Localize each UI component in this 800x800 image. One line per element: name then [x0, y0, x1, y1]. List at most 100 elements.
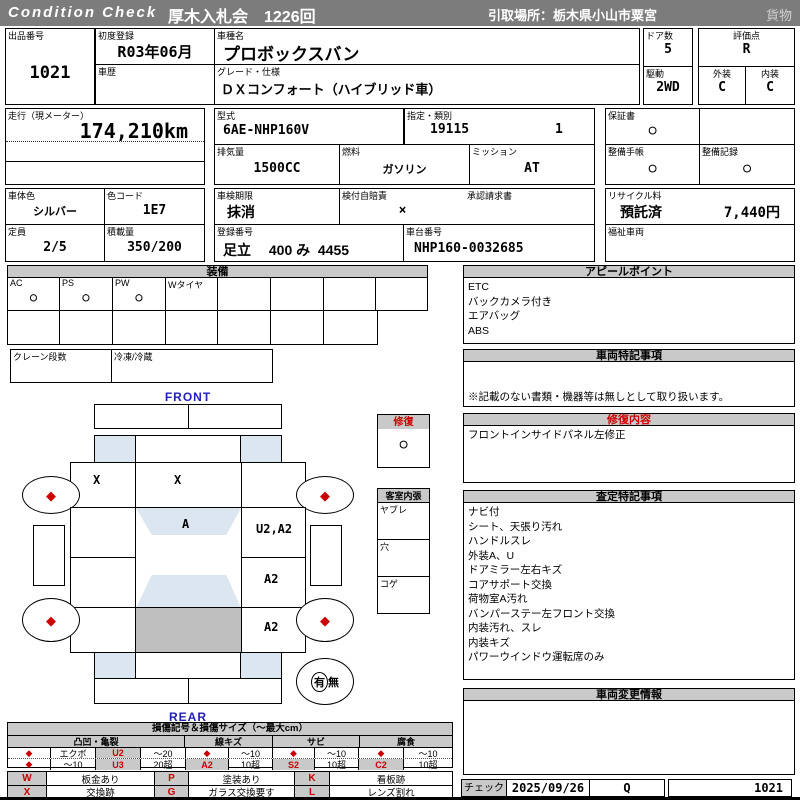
appeal-list: ETC バックカメラ付き エアバッグ ABS: [463, 277, 795, 344]
class-sub-number: 1: [555, 122, 563, 137]
panel-front-corner-left: [94, 435, 136, 463]
appeal-item: ABS: [468, 324, 490, 337]
repair-indicator-box: 修復 ○: [377, 414, 430, 468]
vehicle-notes-text: ※記載のない書類・機器等は無しとして取り扱います。: [468, 391, 730, 403]
front-bumper-divider: [188, 405, 189, 428]
repair-contents-item: フロントインサイドパネル左修正: [468, 429, 626, 441]
maintenance-record-box: 整備記録 ○: [699, 144, 795, 185]
cabin-lining-row-burn: コゲ: [377, 576, 430, 614]
equipment-label-pw: PW: [115, 278, 130, 288]
equipment-cell-pw: PW ○: [112, 277, 166, 311]
model-code-box: 型式 6AE-NHP160V: [214, 108, 404, 145]
appeal-item: ETC: [468, 281, 489, 293]
warranty-box: 保証書 ○: [605, 108, 700, 145]
grade-label: グレード・仕様: [217, 67, 281, 77]
legend-dent-txt1: エクボ: [50, 748, 95, 759]
pickup-location: 引取場所：栃木県小山市粟宮: [488, 8, 658, 23]
capacity-box: 定員 2/5: [5, 224, 105, 262]
mileage-divider-solid: [6, 161, 204, 162]
equipment-cell-empty: [375, 277, 428, 311]
body-color-label: 車体色: [8, 191, 36, 201]
panel-front-bumper: [94, 404, 282, 429]
legend-dent-sym1: ◆: [25, 747, 33, 758]
recycle-box: リサイクル料 預託済 7,440円: [605, 188, 795, 225]
mission-value: AT: [524, 161, 540, 176]
fridge-box: 冷凍/冷蔵: [111, 349, 273, 383]
equipment-cell-empty: [323, 310, 378, 345]
equipment-cell-empty: [270, 310, 324, 345]
capacity-value: 2/5: [43, 240, 67, 255]
warranty-value: ○: [648, 123, 657, 138]
interior-label: 内装: [760, 69, 779, 79]
panel-door-right-front: U2,A2: [241, 507, 306, 558]
cabin-lining-box: 客室内張 ヤブレ 穴 コゲ: [377, 488, 430, 614]
class-box: 指定・類別 19115 1: [404, 108, 595, 145]
repair-indicator-body: ○: [377, 429, 430, 468]
equipment-cell-empty: [217, 277, 271, 311]
rear-bumper-divider: [188, 679, 189, 703]
code-w-desc: 板金あり: [46, 772, 154, 786]
exterior-box: 外装 C: [698, 66, 746, 105]
equipment-cell-ac: AC ○: [7, 277, 60, 311]
interior-box: 内装 C: [745, 66, 795, 105]
diagram-front-label: FRONT: [164, 390, 212, 404]
model-code-label: 型式: [217, 111, 236, 121]
history-box: 車歴: [95, 64, 215, 105]
brand-logo: Condition Check: [8, 4, 158, 21]
color-code-box: 色コード 1E7: [104, 188, 205, 225]
body-color-value: シルバー: [33, 205, 77, 218]
crane-box: クレーン段数: [10, 349, 112, 383]
cabin-lining-header: 客室内張: [377, 488, 430, 503]
body-color-box: 車体色 シルバー: [5, 188, 105, 225]
insurance-box: 検付自賠責 ×: [339, 188, 466, 225]
mileage-divider-dotted: [6, 141, 204, 142]
cabin-lining-tear-label: ヤブレ: [380, 505, 408, 515]
first-registration-value: R03年06月: [117, 43, 193, 61]
repair-indicator-header: 修復: [377, 414, 430, 430]
model-name-value: プロボックスバン: [223, 45, 360, 64]
damage-code-table: W 板金あり P 塗装あり K 看板跡 X 交換跡 G ガラス交換要す L レン…: [7, 771, 453, 799]
equipment-cell-empty: [7, 310, 60, 345]
legend-group-dent: 凸凹・亀裂: [8, 736, 185, 747]
fuel-value: ガソリン: [382, 163, 427, 176]
capacity-label: 定員: [8, 227, 27, 237]
legend-rust-sym1: ◆: [272, 748, 314, 758]
equipment-cell-empty: [270, 277, 324, 311]
inspection-label: 車検期限: [217, 191, 254, 201]
recycle-label: リサイクル料: [608, 191, 662, 201]
spare-no: 無: [328, 676, 339, 689]
legend-dent-code1: U2: [95, 748, 140, 758]
legend-corr-size1: ～10: [403, 748, 452, 759]
appeal-item: バックカメラ付き: [468, 295, 552, 308]
welfare-box: 福祉車両: [605, 224, 795, 262]
assessment-item: シート、天張り汚れ: [468, 520, 563, 533]
legend-rust-size1: ～10: [314, 748, 358, 759]
chassis-number-box: 車台番号 NHP160-0032685: [403, 224, 595, 262]
welfare-label: 福祉車両: [608, 227, 645, 237]
change-info-box: [463, 700, 795, 775]
equipment-cell-ps: PS ○: [59, 277, 113, 311]
cargo-type-label: 貨物: [765, 8, 792, 23]
approval-box: 承認請求書: [465, 188, 595, 225]
panel-rear-corner-left: [94, 652, 136, 679]
code-p-desc: 塗装あり: [188, 772, 294, 786]
equipment-value-pw: ○: [135, 290, 143, 304]
wheel-rear-right: ◆: [296, 598, 354, 642]
exterior-value: C: [718, 80, 726, 95]
legend-corr-sym1: ◆: [358, 748, 403, 758]
footer-lot-number-cell: 1021: [668, 779, 792, 797]
legend-dent-size1: ～20: [140, 748, 185, 759]
legend-scratch-size1: ～10: [228, 748, 272, 759]
panel-door-left-front: [70, 507, 136, 558]
code-w: W: [8, 772, 46, 785]
panel-cargo-roof: [135, 607, 242, 653]
legend-rust-code2: S2: [272, 759, 314, 770]
doors-box: ドア数 5: [643, 28, 693, 67]
legend-dent-code2: U3: [95, 759, 140, 770]
code-k: K: [294, 772, 329, 785]
inspection-value: 抹消: [227, 204, 255, 220]
load-box: 積載量 350/200: [104, 224, 205, 262]
lot-number-value: 1021: [29, 63, 71, 83]
legend-scratch-code2: A2: [185, 759, 228, 770]
history-label: 車歴: [98, 67, 117, 77]
